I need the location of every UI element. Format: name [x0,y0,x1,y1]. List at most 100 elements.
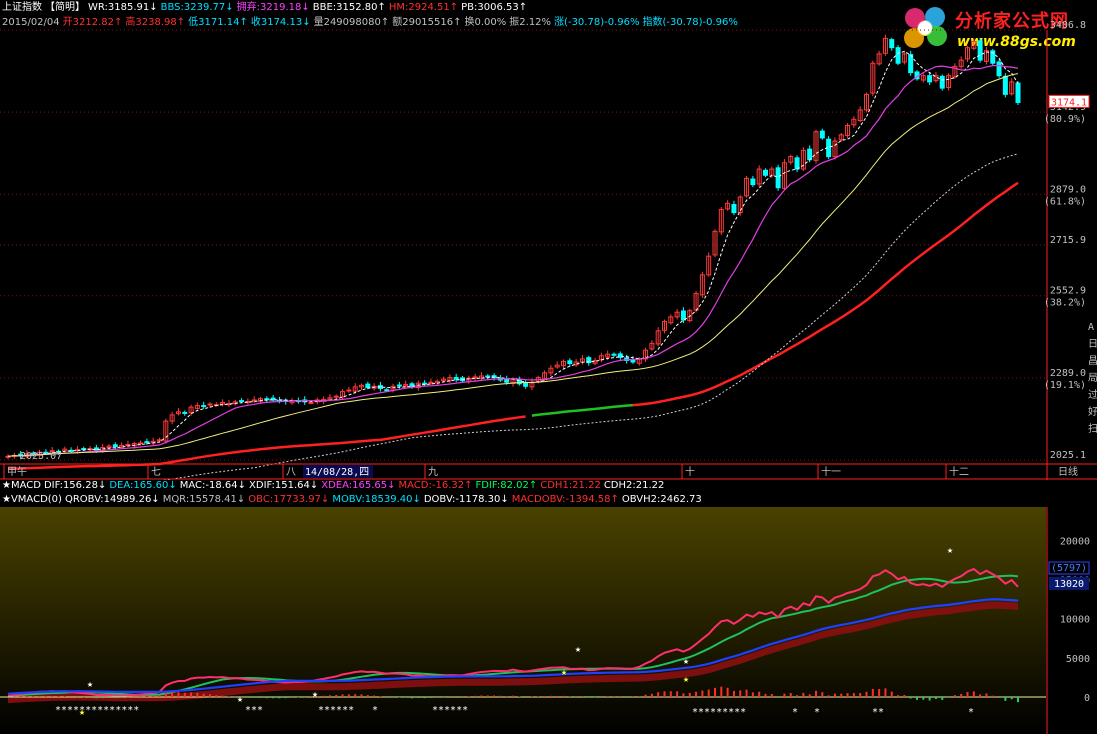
candle [927,75,933,83]
vmacd-badge-top-label: (5797) [1051,563,1087,574]
candle [1002,75,1008,95]
vmacd-field-5: DOBV:-1178.30↓ [423,494,509,505]
macd-field-9: CDH2:21.22 [603,480,665,491]
side-label: 昌 [1088,355,1097,367]
candle [308,401,314,404]
ma60-red-line-2 [632,181,1019,407]
date-cursor-label: 14/08/28,四 [305,467,369,478]
signal-star: ★ [947,545,953,556]
candle [365,383,371,389]
candle [201,405,207,408]
signal-star: ★ [237,694,243,705]
candle [144,441,150,444]
side-label: 日 [1088,339,1097,350]
candle [182,411,188,414]
low-marker: 2025.07 [20,451,62,462]
signal-asterisk: * [968,707,974,718]
date-label: 甲午 [7,465,27,478]
vmacd-field-3: OBC:17733.97↓ [248,494,330,505]
candle [611,353,617,356]
candle [422,382,428,385]
vmacd-field-7: OBVH2:2462.73 [621,494,702,505]
candle [807,148,813,161]
candle [138,442,144,445]
candle [384,389,390,392]
candle [333,395,339,398]
vmacd-axis-label: 20000 [1060,536,1090,547]
vmacd-chart[interactable]: 20000150001000050000(5797)13020★★★★★★★★★… [0,507,1097,734]
date-label: 九 [428,466,438,478]
vmacd-axis-label: 0 [1084,693,1090,704]
macd-field-7: FDIF:82.02↑ [475,480,538,491]
vmacd-field-1: QROBV:14989.26↓ [64,494,160,505]
signal-star: ★ [683,656,689,667]
signal-star: ★ [312,689,318,700]
candle [472,376,478,379]
candle [889,39,895,49]
candle [504,378,510,383]
signal-asterisk: ****** [318,705,354,716]
price-label: 2879.0 [1050,184,1086,195]
candle [112,444,118,448]
candle [567,360,573,365]
candle [819,130,825,139]
signal-star-yellow: ★ [683,674,689,685]
vmacd-field-2: MQR:15578.41↓ [162,494,246,505]
price-label: 2715.9 [1050,235,1086,246]
signal-asterisk: * [372,705,378,716]
macd-header: ★MACD DIF:156.28↓ DEA:165.60↓ MAC:-18.64↓ XD… [2,480,667,492]
vmacd-header: ★VMACD(0) QROBV:14989.26↓ MQR:15578.41↓ OBC… [2,494,705,506]
vmacd-field-6: MACDOBV:-1394.58↑ [511,494,619,505]
signal-star-yellow: ★ [561,667,567,678]
candle [680,310,686,321]
candle [630,359,636,363]
signal-star: ★ [87,679,93,690]
price-label: 2289.0 [1050,368,1086,379]
candle [775,167,781,189]
price-chart[interactable]: 3406.83142.92879.02715.92552.92289.02025… [0,0,1097,480]
signal-asterisk: * [814,707,820,718]
signal-asterisk: *** [245,705,263,716]
candle [763,169,768,176]
signal-asterisk: * [792,707,798,718]
candle [485,375,491,378]
candle [251,399,257,402]
candle [794,157,800,170]
candle [1015,82,1021,103]
date-label: 十一 [821,465,841,478]
ma28-line [7,73,1019,457]
date-label: 七 [151,466,161,478]
candle [239,400,245,403]
candle [346,389,352,392]
price-label: 2025.1 [1050,450,1086,461]
macd-field-2: DEA:165.60↓ [109,480,177,491]
macd-field-6: MACD:-16.32↑ [398,480,473,491]
side-label: A [1088,322,1094,333]
side-label: 好 [1088,406,1097,418]
candle [453,377,459,380]
period-button[interactable]: 日线 [1058,465,1078,478]
macd-field-3: MAC:-18.64↓ [179,480,247,491]
candle [157,439,162,442]
candle [939,75,945,89]
percent-label: (61.8%) [1044,196,1086,207]
candle [428,381,434,384]
candle [750,178,756,186]
candle [977,40,983,61]
date-label: 八 [286,467,296,478]
side-label: 过 [1088,388,1097,401]
macd-field-0: ★MACD [2,480,41,491]
macd-field-4: XDIF:151.64↓ [249,480,319,491]
candle [207,403,213,406]
current-price-label: 3174.1 [1051,97,1087,108]
candle [895,47,901,64]
date-axis: 甲午 七 八 14/08/28,四 九 十 十一 十二 日线 [0,463,1097,480]
candle [81,448,87,451]
vmacd-axis-label: 5000 [1066,654,1090,665]
date-label: 十 [685,465,695,478]
vmacd-axis-label: 10000 [1060,615,1090,626]
candles [5,34,1021,460]
percent-label: (19.1%) [1044,380,1086,391]
percent-label: (38.2%) [1044,298,1086,309]
macd-field-5: XDEA:165.65↓ [321,480,396,491]
